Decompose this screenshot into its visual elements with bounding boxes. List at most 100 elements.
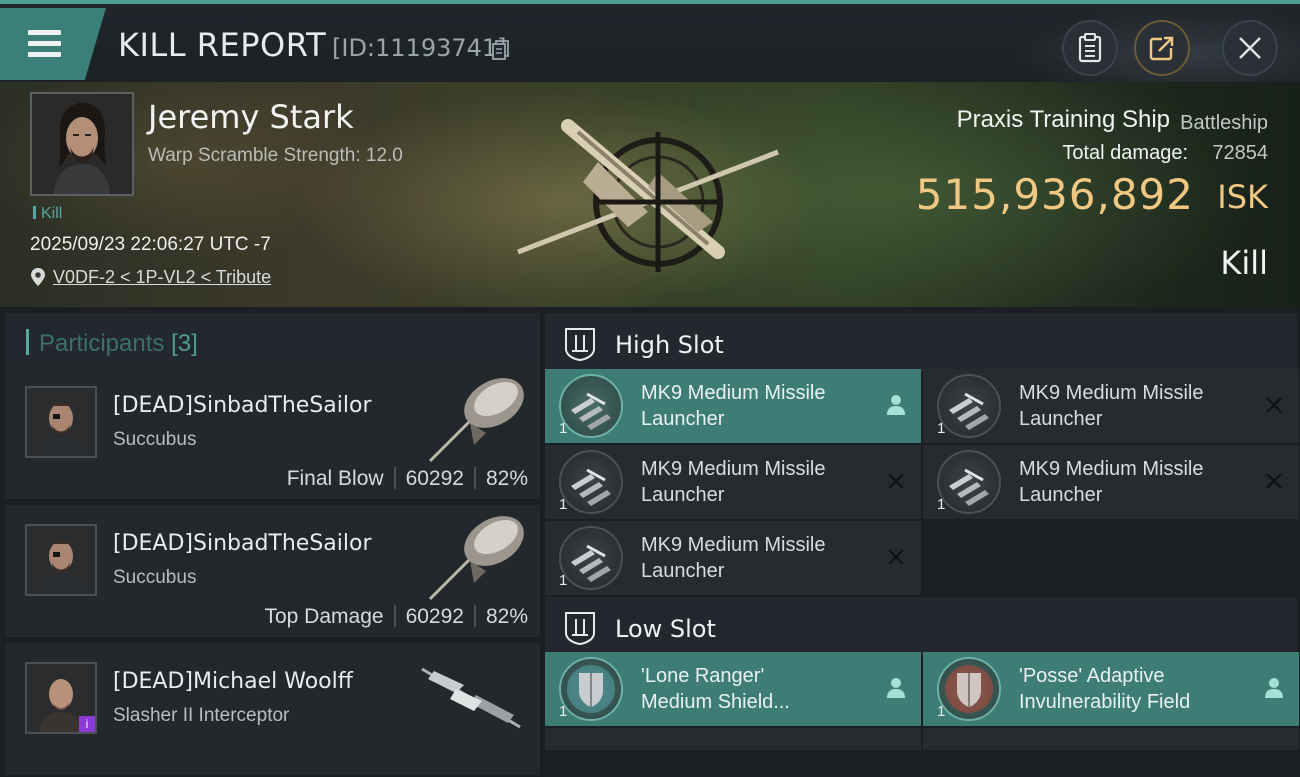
share-button[interactable]: [1134, 20, 1190, 76]
participant-stats: Top Damage 60292 82%: [264, 605, 528, 629]
module-quantity: 1: [937, 420, 946, 437]
participant-ship-image: [421, 667, 521, 729]
victim-name[interactable]: Jeremy Stark: [148, 98, 354, 136]
participant-role: Top Damage: [264, 605, 384, 628]
module-item[interactable]: 1 'Lone Ranger' Medium Shield...: [545, 652, 921, 726]
low-slot-header: Low Slot: [545, 597, 1297, 655]
victim-ship-name[interactable]: Praxis Training Ship: [957, 106, 1170, 134]
separator: [393, 467, 396, 489]
page-title: KILL REPORT: [118, 26, 327, 64]
missile-launcher-icon: [937, 450, 1001, 514]
module-name-line: Medium Shield...: [641, 691, 790, 713]
module-name-line: 'Posse' Adaptive: [1019, 665, 1165, 687]
module-name: 'Posse' Adaptive Invulnerability Field: [1019, 663, 1249, 715]
participant-ship: Succubus: [113, 429, 197, 450]
module-quantity: 1: [559, 572, 568, 589]
participant-name[interactable]: [DEAD]Michael Woolff: [113, 669, 353, 694]
menu-button[interactable]: [0, 8, 106, 80]
destroyed-icon: [888, 473, 904, 489]
module-item[interactable]: 1 MK9 Medium Missile Launcher: [545, 445, 921, 519]
participants-header[interactable]: Participants [3]: [5, 313, 540, 371]
module-quantity: 1: [937, 703, 946, 720]
destroyed-icon: [888, 549, 904, 565]
module-name: 'Lone Ranger' Medium Shield...: [641, 663, 871, 715]
module-item[interactable]: 1 MK9 Medium Missile Launcher: [545, 369, 921, 443]
shield-module-icon: [559, 657, 623, 721]
participant-role: Final Blow: [286, 467, 384, 490]
copy-icon[interactable]: [492, 40, 510, 60]
module-item[interactable]: 1 MK9 Medium Missile Launcher: [923, 445, 1299, 519]
portrait-image: [32, 94, 132, 194]
portrait-image: [27, 526, 95, 594]
participant-ship: Succubus: [113, 567, 197, 588]
victim-banner: Jeremy Stark Warp Scramble Strength: 12.…: [0, 82, 1300, 307]
module-item[interactable]: [923, 728, 1299, 750]
participant-card[interactable]: [DEAD]SinbadTheSailor Succubus Top Damag…: [5, 505, 540, 639]
invulnerability-field-icon: [937, 657, 1001, 721]
missile-launcher-icon: [949, 468, 989, 506]
report-id: [ID:11193741]: [332, 34, 507, 62]
header-bar: KILL REPORT [ID:11193741]: [0, 0, 1300, 86]
module-item[interactable]: [545, 728, 921, 750]
participant-name[interactable]: [DEAD]SinbadTheSailor: [113, 393, 372, 418]
high-slot-title: High Slot: [615, 331, 724, 359]
total-damage-label: Total damage:: [1062, 142, 1188, 164]
module-name: MK9 Medium Missile Launcher: [641, 458, 826, 506]
kill-tag: Kill: [33, 205, 62, 223]
module-quantity: 1: [559, 703, 568, 720]
module-quantity: 1: [559, 496, 568, 513]
module-name: MK9 Medium Missile Launcher: [641, 382, 826, 430]
victim-ship-class: Battleship: [1180, 112, 1268, 134]
close-button[interactable]: [1222, 20, 1278, 76]
participant-ship-image: [428, 516, 524, 601]
participant-ship-image: [428, 378, 524, 463]
participant-stats: Final Blow 60292 82%: [287, 467, 528, 491]
participant-card[interactable]: i [DEAD]Michael Woolff Slasher II Interc…: [5, 643, 540, 777]
location-link[interactable]: V0DF-2 < 1P-VL2 < Tribute: [53, 267, 271, 288]
participant-name[interactable]: [DEAD]SinbadTheSailor: [113, 531, 372, 556]
participant-damage: 60292: [405, 605, 464, 628]
module-name: MK9 Medium Missile Launcher: [1019, 458, 1204, 506]
missile-launcher-icon: [949, 392, 989, 430]
participants-title: Participants [3]: [39, 330, 198, 358]
missile-launcher-icon: [937, 374, 1001, 438]
participant-damage: 60292: [405, 467, 464, 490]
module-item[interactable]: 1 MK9 Medium Missile Launcher: [923, 369, 1299, 443]
separator: [393, 605, 396, 627]
participant-avatar[interactable]: i: [25, 662, 97, 734]
participants-count: [3]: [171, 330, 198, 357]
module-name-line: 'Lone Ranger': [641, 665, 765, 687]
dropped-icon: [887, 678, 905, 698]
hamburger-icon: [28, 30, 61, 35]
module-item[interactable]: 1 'Posse' Adaptive Invulnerability Field: [923, 652, 1299, 726]
participant-avatar[interactable]: [25, 524, 97, 596]
invulnerability-field-icon: [945, 665, 993, 713]
close-icon: [1239, 37, 1261, 59]
missile-launcher-icon: [559, 526, 623, 590]
module-item[interactable]: 1 MK9 Medium Missile Launcher: [545, 521, 921, 595]
info-badge: i: [79, 716, 95, 732]
separator: [473, 467, 476, 489]
low-slot-title: Low Slot: [615, 615, 716, 643]
victim-avatar[interactable]: [30, 92, 134, 196]
module-quantity: 1: [559, 420, 568, 437]
missile-launcher-icon: [571, 468, 611, 506]
participant-ship: Slasher II Interceptor: [113, 705, 290, 726]
hamburger-icon-bar: [28, 52, 61, 57]
missile-launcher-icon: [571, 392, 611, 430]
shield-module-icon: [567, 665, 615, 713]
dropped-icon: [887, 395, 905, 415]
module-quantity: 1: [937, 496, 946, 513]
module-name: MK9 Medium Missile Launcher: [1019, 382, 1204, 430]
missile-launcher-icon: [559, 374, 623, 438]
section-marker: [26, 329, 29, 355]
isk-unit: ISK: [1217, 178, 1268, 216]
participant-card[interactable]: [DEAD]SinbadTheSailor Succubus Final Blo…: [5, 367, 540, 501]
clipboard-button[interactable]: [1062, 20, 1118, 76]
warp-scramble-strength: Warp Scramble Strength: 12.0: [148, 145, 403, 166]
participant-avatar[interactable]: [25, 386, 97, 458]
missile-launcher-icon: [571, 544, 611, 582]
separator: [473, 605, 476, 627]
participants-panel: Participants [3] [DEAD]SinbadTheSailor S…: [0, 307, 542, 777]
destroyed-icon: [1266, 473, 1282, 489]
